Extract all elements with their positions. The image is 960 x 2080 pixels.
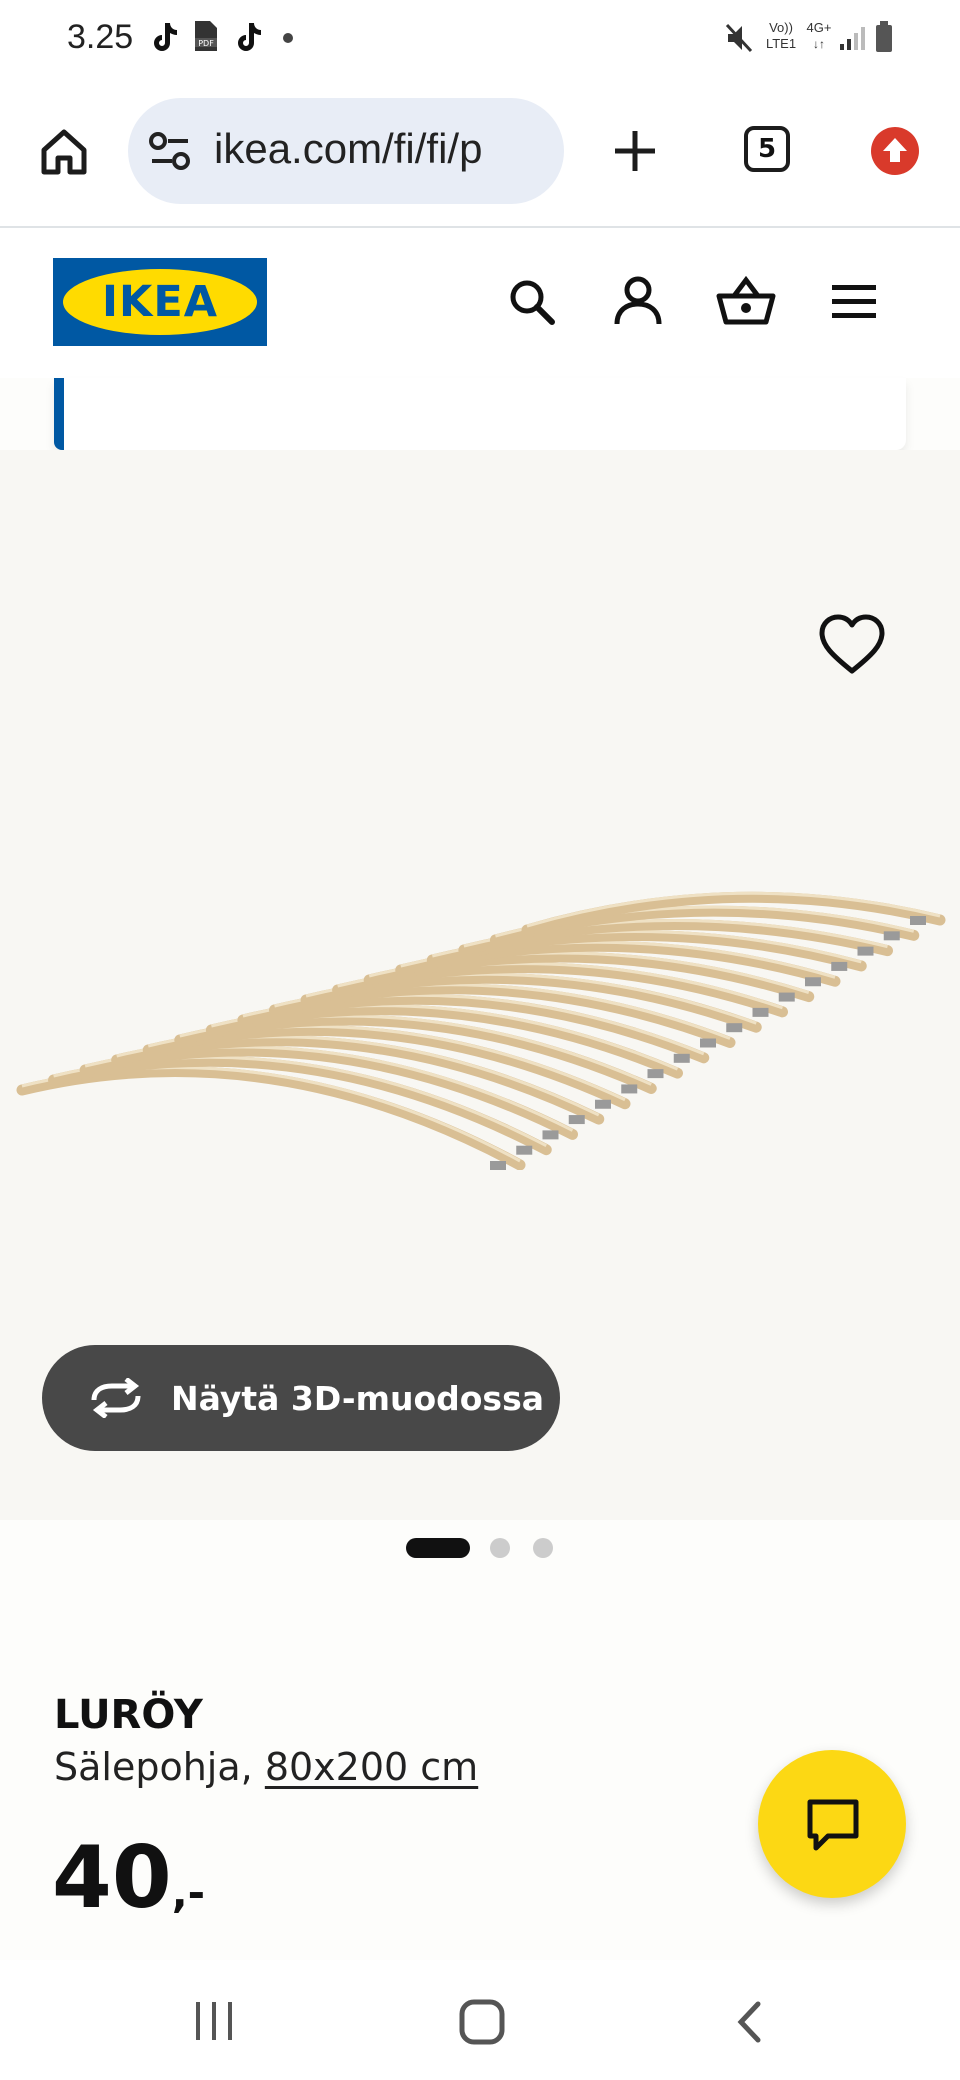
product-size-link[interactable]: 80x200 cm xyxy=(265,1745,478,1789)
carousel-dot-active[interactable] xyxy=(406,1538,470,1558)
home-nav-icon[interactable] xyxy=(458,1998,506,2046)
price-integer: 40 xyxy=(52,1828,172,1928)
chat-button[interactable] xyxy=(758,1750,906,1898)
svg-text:PDF: PDF xyxy=(198,39,214,48)
slat-clip xyxy=(857,946,874,956)
slat-clip xyxy=(883,931,900,941)
update-icon[interactable] xyxy=(870,126,920,176)
basket-icon[interactable] xyxy=(716,274,776,328)
dot-icon xyxy=(283,33,293,43)
network-top: Vo)) xyxy=(769,20,793,35)
status-time: 3.25 xyxy=(67,18,134,56)
pdf-icon: PDF xyxy=(195,21,217,51)
carousel-dot[interactable] xyxy=(490,1538,510,1558)
data-arrows-icon: ↓↑ xyxy=(813,37,825,51)
ikea-logo[interactable]: IKEA xyxy=(53,258,267,346)
notification-card xyxy=(54,378,906,450)
slat-clip xyxy=(568,1115,585,1125)
url-text[interactable]: ikea.com/fi/fi/p xyxy=(214,125,554,173)
slat-clip xyxy=(673,1053,690,1063)
view-3d-label: Näytä 3D-muodossa xyxy=(171,1379,544,1418)
home-icon[interactable] xyxy=(38,126,90,178)
slat-clip xyxy=(726,1023,743,1033)
slat-clip xyxy=(805,977,821,987)
notification-accent xyxy=(54,378,64,450)
network-bottom: LTE1 xyxy=(765,36,797,51)
slat-clip xyxy=(542,1130,559,1140)
price-decimal: ,- xyxy=(171,1868,206,1917)
signal-icon xyxy=(840,27,865,50)
new-tab-icon[interactable] xyxy=(612,128,658,174)
menu-icon[interactable] xyxy=(830,282,878,322)
carousel-dot[interactable] xyxy=(533,1538,553,1558)
product-gallery[interactable]: Näytä 3D-muodossa xyxy=(0,450,960,1520)
battery-icon xyxy=(876,21,892,52)
slat-clip xyxy=(516,1145,533,1155)
network-type-label: 4G+ xyxy=(806,20,832,35)
slat-clip xyxy=(910,916,926,925)
logo-text: IKEA xyxy=(102,277,218,327)
account-icon[interactable] xyxy=(612,274,664,328)
product-description: Sälepohja, 80x200 cm xyxy=(54,1745,478,1789)
slat-clip xyxy=(778,992,795,1002)
tiktok-icon xyxy=(238,23,261,51)
system-nav-bar xyxy=(0,1960,960,2080)
slat-clip xyxy=(700,1038,716,1048)
network-type: 4G+ ↓↑ xyxy=(802,20,836,52)
network-label: Vo)) LTE1 xyxy=(764,20,798,52)
slat-clip xyxy=(647,1069,664,1079)
slat-clip xyxy=(490,1161,506,1170)
recent-apps-icon[interactable] xyxy=(192,2000,236,2042)
chat-icon xyxy=(807,1799,859,1851)
browser-toolbar: ikea.com/fi/fi/p 5 xyxy=(0,76,960,228)
rotate-3d-icon xyxy=(91,1378,141,1418)
slat-clip xyxy=(752,1007,769,1017)
heart-icon[interactable] xyxy=(812,605,892,685)
product-price: 40,- xyxy=(52,1828,205,1928)
search-icon[interactable] xyxy=(506,276,558,328)
slat-clip xyxy=(595,1099,611,1109)
product-image xyxy=(16,891,946,1170)
url-bar[interactable]: ikea.com/fi/fi/p xyxy=(128,98,564,204)
tab-count: 5 xyxy=(757,134,777,164)
site-settings-icon[interactable] xyxy=(148,130,192,172)
slat-clip xyxy=(831,961,848,971)
status-bar: 3.25 PDF Vo)) LTE1 4G+ ↓↑ xyxy=(0,0,960,76)
site-header: IKEA xyxy=(0,228,960,378)
mute-icon xyxy=(725,23,753,53)
tiktok-icon xyxy=(154,23,177,51)
slat-group xyxy=(16,891,946,1170)
tab-switcher-icon[interactable]: 5 xyxy=(744,126,790,172)
product-name: LURÖY xyxy=(54,1692,203,1738)
slat-clip xyxy=(621,1084,638,1094)
view-3d-button[interactable]: Näytä 3D-muodossa xyxy=(42,1345,560,1451)
product-type: Sälepohja, xyxy=(54,1745,253,1789)
back-icon[interactable] xyxy=(734,2000,764,2044)
